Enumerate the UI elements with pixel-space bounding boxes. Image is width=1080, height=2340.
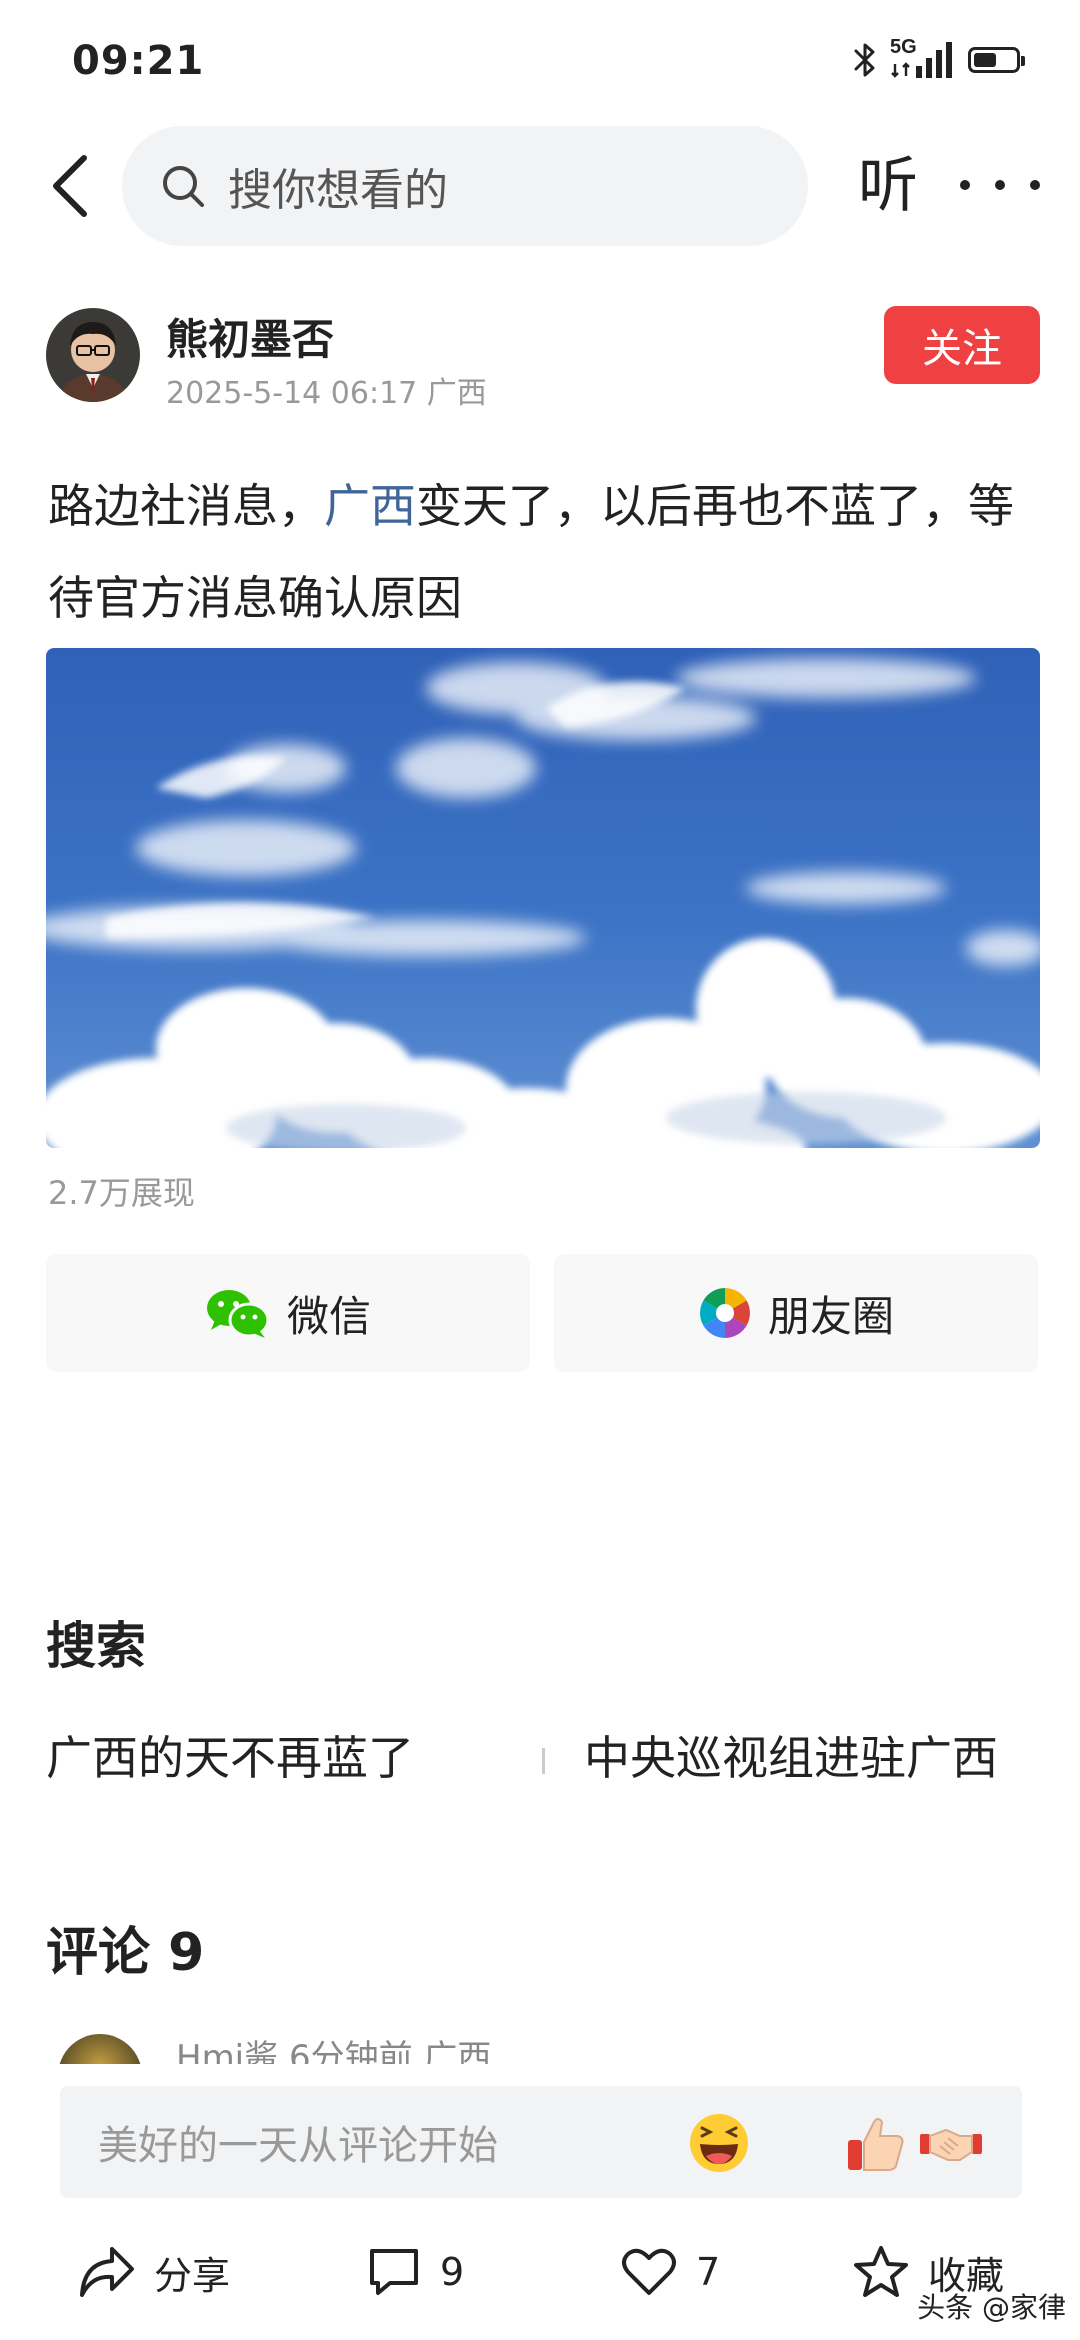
bottom-action-bar: 分享 9 7 收藏 头条 @家律 (0, 2222, 1080, 2340)
sky-photo (46, 648, 1040, 1148)
author-header: 熊初墨否 2025-5-14 06:17 广西 关注 (0, 300, 1080, 420)
heart-icon (622, 2248, 676, 2295)
bluetooth-icon (854, 43, 875, 77)
related-search-link[interactable]: 中央巡视组进驻广西 (584, 1718, 998, 1798)
share-wechat-button[interactable]: 微信 (46, 1254, 530, 1372)
like-button[interactable]: 7 (620, 2240, 720, 2304)
handshake-emoji[interactable] (918, 2110, 984, 2176)
top-bar: 搜你想看的 听 (0, 120, 1080, 250)
post-image[interactable] (46, 648, 1040, 1148)
back-button[interactable] (44, 150, 100, 222)
related-search-link[interactable]: 广西的天不再蓝了 (46, 1718, 414, 1798)
laughing-emoji[interactable] (686, 2110, 752, 2176)
share-wechat-label: 微信 (286, 1291, 371, 1341)
wechat-icon (206, 1290, 270, 1338)
follow-button[interactable]: 关注 (884, 306, 1040, 384)
share-moments-label: 朋友圈 (767, 1291, 894, 1341)
search-input[interactable]: 搜你想看的 (122, 126, 808, 246)
comment-icon (370, 2249, 418, 2295)
search-icon (163, 166, 204, 207)
topic-link[interactable]: 广西 (324, 479, 416, 533)
comment-placeholder: 美好的一天从评论开始 (98, 2123, 498, 2169)
comment-item[interactable]: Hmi酱 6分钟前 广西 (0, 2030, 1080, 2064)
network-type-label: 5G (890, 36, 917, 58)
search-placeholder: 搜你想看的 (228, 165, 448, 216)
listen-button[interactable]: 听 (858, 146, 918, 226)
comment-button[interactable]: 9 (366, 2240, 464, 2304)
view-count: 2.7万展现 (48, 1174, 195, 1212)
moments-icon (700, 1288, 750, 1338)
related-searches: 广西的天不再蓝了 中央巡视组进驻广西 (46, 1718, 1040, 1798)
status-icons: 5G (854, 36, 1025, 82)
chevron-left-icon (53, 155, 87, 217)
status-bar: 09:21 5G (0, 0, 1080, 120)
share-label: 分享 (154, 2253, 231, 2298)
share-button[interactable]: 分享 (78, 2240, 230, 2304)
avatar[interactable] (46, 308, 140, 402)
comment-input[interactable]: 美好的一天从评论开始 (60, 2086, 1022, 2198)
battery-icon (968, 47, 1025, 73)
post-text: 路边社消息，广西变天了，以后再也不蓝了，等待官方消息确认原因 (48, 460, 1038, 644)
thumbs-up-emoji[interactable] (842, 2110, 908, 2176)
status-time: 09:21 (72, 38, 205, 84)
more-horizontal-icon (960, 180, 970, 190)
more-button[interactable] (960, 150, 1040, 220)
share-icon (80, 2247, 134, 2297)
comment-count: 9 (440, 2250, 465, 2294)
share-moments-button[interactable]: 朋友圈 (554, 1254, 1038, 1372)
star-icon (854, 2246, 908, 2297)
post-timestamp-location: 2025-5-14 06:17 广西 (166, 376, 487, 411)
author-name[interactable]: 熊初墨否 (166, 306, 334, 367)
signal-5g-icon: 5G (890, 36, 954, 80)
comments-title: 评论 9 (46, 1923, 205, 1983)
commenter-avatar[interactable] (58, 2034, 142, 2064)
like-count: 7 (696, 2250, 721, 2294)
comment-meta: Hmi酱 6分钟前 广西 (176, 2038, 492, 2064)
post-text-part: 路边社消息， (48, 479, 324, 533)
divider (542, 1748, 545, 1774)
battery-level (974, 53, 996, 67)
search-section-title: 搜索 (46, 1617, 146, 1675)
watermark: 头条 @家律 (917, 2291, 1066, 2324)
